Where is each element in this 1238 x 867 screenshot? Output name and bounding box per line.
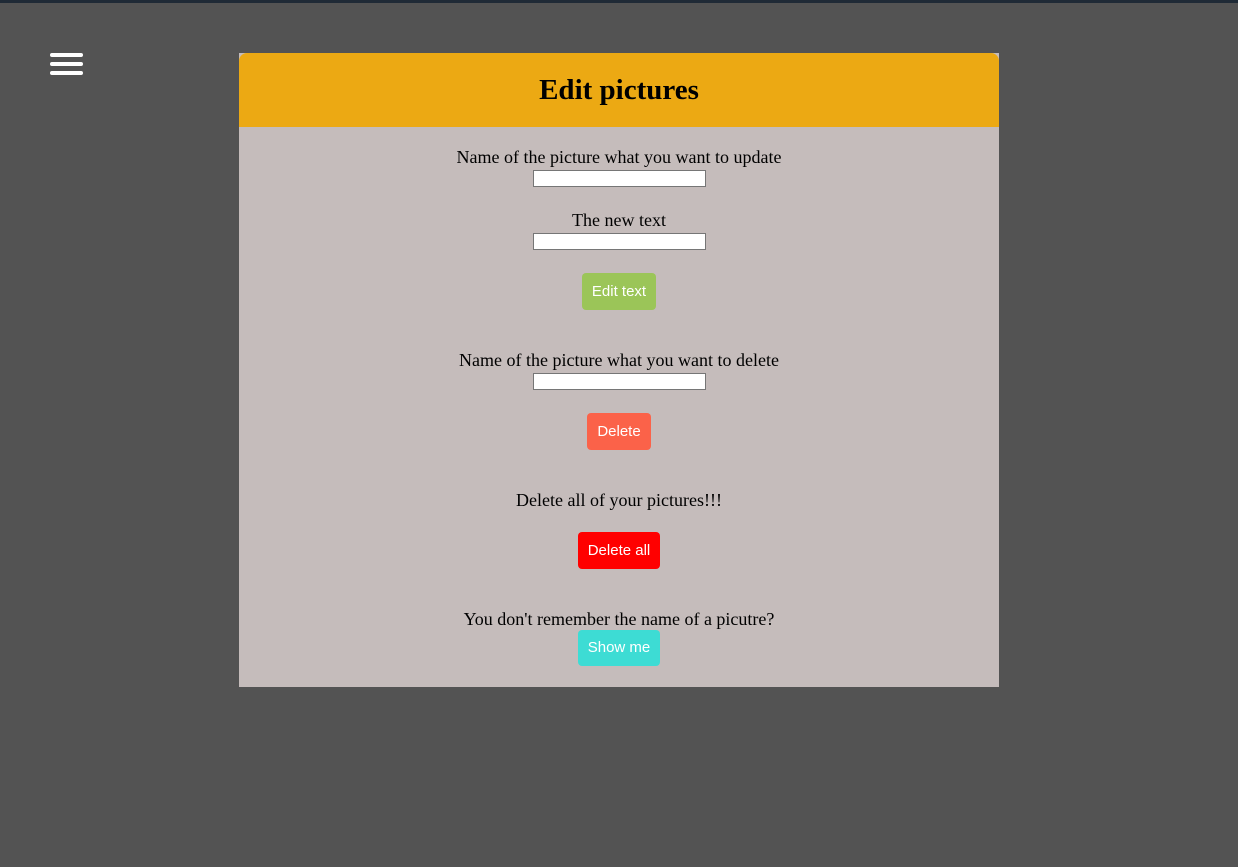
edit-text-button[interactable]: Edit text	[582, 273, 656, 310]
card-header: Edit pictures	[239, 53, 999, 127]
remember-label: You don't remember the name of a picutre…	[463, 609, 775, 629]
new-text-label: The new text	[572, 210, 666, 230]
update-name-section: Name of the picture what you want to upd…	[239, 147, 999, 187]
update-name-label: Name of the picture what you want to upd…	[456, 147, 782, 167]
update-name-input[interactable]	[532, 170, 706, 187]
window-top-border	[0, 0, 1238, 3]
hamburger-bar	[50, 62, 83, 66]
edit-pictures-card: Edit pictures Name of the picture what y…	[239, 53, 999, 687]
hamburger-bar	[50, 71, 83, 75]
delete-button[interactable]: Delete	[587, 413, 651, 450]
delete-name-section: Name of the picture what you want to del…	[239, 350, 999, 390]
new-text-input[interactable]	[532, 233, 706, 250]
delete-all-button[interactable]: Delete all	[578, 532, 660, 569]
show-me-button[interactable]: Show me	[578, 630, 660, 666]
hamburger-bar	[50, 53, 83, 57]
remember-section: You don't remember the name of a picutre…	[239, 609, 999, 629]
hamburger-menu-icon[interactable]	[50, 53, 83, 75]
delete-name-input[interactable]	[532, 373, 706, 390]
delete-all-section: Delete all of your pictures!!!	[239, 490, 999, 510]
new-text-section: The new text	[239, 210, 999, 250]
page-title: Edit pictures	[539, 73, 699, 106]
delete-name-label: Name of the picture what you want to del…	[459, 350, 779, 370]
delete-all-label: Delete all of your pictures!!!	[516, 490, 722, 510]
